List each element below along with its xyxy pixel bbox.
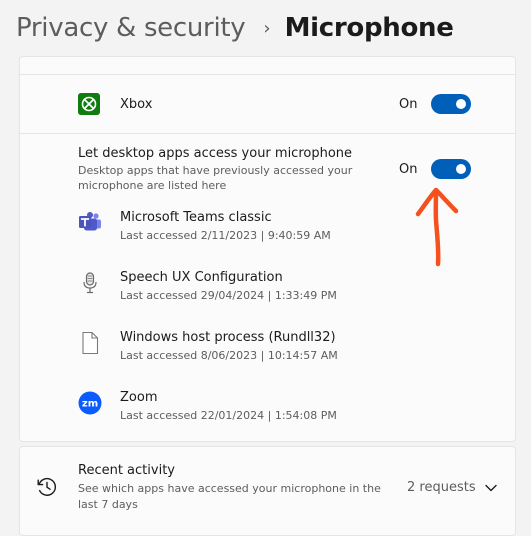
- app-name: Speech UX Configuration: [120, 270, 283, 285]
- app-name: Zoom: [120, 390, 158, 405]
- divider: [20, 74, 515, 75]
- history-icon: [37, 477, 57, 496]
- microphone-icon: [83, 272, 97, 294]
- desktop-apps-title: Let desktop apps access your microphone: [78, 146, 353, 161]
- toggle-knob: [456, 164, 466, 174]
- desktop-apps-description-line2: microphone are listed here: [78, 179, 227, 192]
- breadcrumb: Privacy & security › Microphone: [16, 8, 454, 48]
- app-last-accessed: Last accessed 2/11/2023 | 9:40:59 AM: [120, 229, 331, 242]
- app-last-accessed: Last accessed 29/04/2024 | 1:33:49 PM: [120, 289, 337, 302]
- recent-activity-description-line1: See which apps have accessed your microp…: [78, 482, 381, 495]
- app-name: Windows host process (Rundll32): [120, 330, 336, 345]
- recent-activity-title: Recent activity: [78, 463, 175, 478]
- svg-text:zm: zm: [82, 399, 98, 410]
- microphone-apps-card: Xbox On Let desktop apps access your mic…: [19, 56, 516, 442]
- divider: [20, 133, 515, 134]
- requests-count: 2 requests: [407, 480, 476, 495]
- xbox-status-text: On: [399, 97, 418, 112]
- teams-icon: [79, 212, 101, 231]
- app-name: Microsoft Teams classic: [120, 210, 272, 225]
- recent-activity-card[interactable]: Recent activity See which apps have acce…: [19, 446, 516, 536]
- file-icon: [82, 331, 99, 355]
- desktop-apps-status-text: On: [399, 162, 418, 177]
- xbox-icon: [78, 93, 100, 115]
- recent-activity-description-line2: last 7 days: [78, 498, 138, 511]
- toggle-knob: [456, 99, 466, 109]
- xbox-toggle[interactable]: [431, 94, 471, 114]
- zoom-icon: zm: [78, 391, 102, 415]
- breadcrumb-parent-link[interactable]: Privacy & security: [16, 13, 246, 43]
- chevron-down-icon[interactable]: [484, 483, 498, 493]
- app-last-accessed: Last accessed 22/01/2024 | 1:54:08 PM: [120, 409, 337, 422]
- desktop-apps-description-line1: Desktop apps that have previously access…: [78, 164, 353, 177]
- page-title: Microphone: [284, 13, 454, 43]
- xbox-label: Xbox: [120, 97, 153, 112]
- desktop-apps-toggle[interactable]: [431, 159, 471, 179]
- app-last-accessed: Last accessed 8/06/2023 | 10:14:57 AM: [120, 349, 338, 362]
- breadcrumb-separator-icon: ›: [263, 17, 271, 39]
